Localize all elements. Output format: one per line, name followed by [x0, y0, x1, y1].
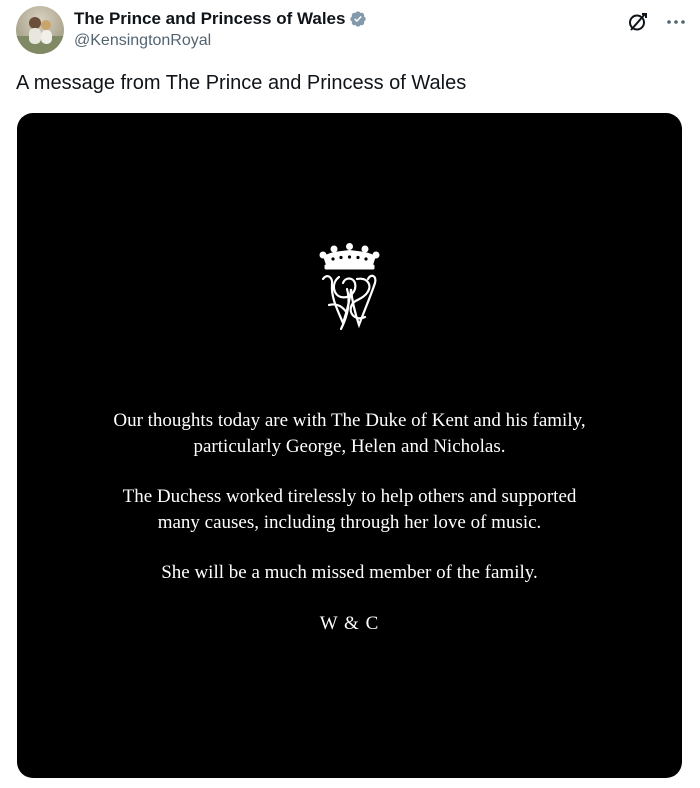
statement-line: many causes, including through her love … — [157, 512, 542, 533]
tweet-header: The Prince and Princess of Wales @Kensin… — [16, 6, 688, 56]
statement-line: She will be a much missed member of the … — [161, 562, 538, 583]
handle[interactable]: @KensingtonRoyal — [74, 32, 367, 50]
grok-icon[interactable] — [626, 10, 650, 34]
tweet-media-image[interactable]: Our thoughts today are with The Duke of … — [17, 113, 682, 778]
avatar-photo — [16, 17, 64, 54]
royal-cypher-icon — [319, 243, 380, 331]
account-names: The Prince and Princess of Wales @Kensin… — [74, 8, 367, 50]
verified-badge-icon[interactable] — [349, 10, 367, 28]
signature: W & C — [319, 613, 380, 634]
statement-line: The Duchess worked tirelessly to help ot… — [122, 486, 577, 507]
statement-text: Our thoughts today are with The Duke of … — [17, 408, 682, 637]
tweet-top-actions — [626, 10, 688, 34]
display-name[interactable]: The Prince and Princess of Wales — [74, 9, 345, 29]
tweet-text: A message from The Prince and Princess o… — [16, 72, 467, 94]
avatar[interactable] — [16, 6, 64, 54]
statement-line: Our thoughts today are with The Duke of … — [113, 410, 586, 431]
statement-line: particularly George, Helen and Nicholas. — [193, 436, 506, 457]
more-icon[interactable] — [664, 10, 688, 34]
display-name-row[interactable]: The Prince and Princess of Wales — [74, 8, 367, 30]
